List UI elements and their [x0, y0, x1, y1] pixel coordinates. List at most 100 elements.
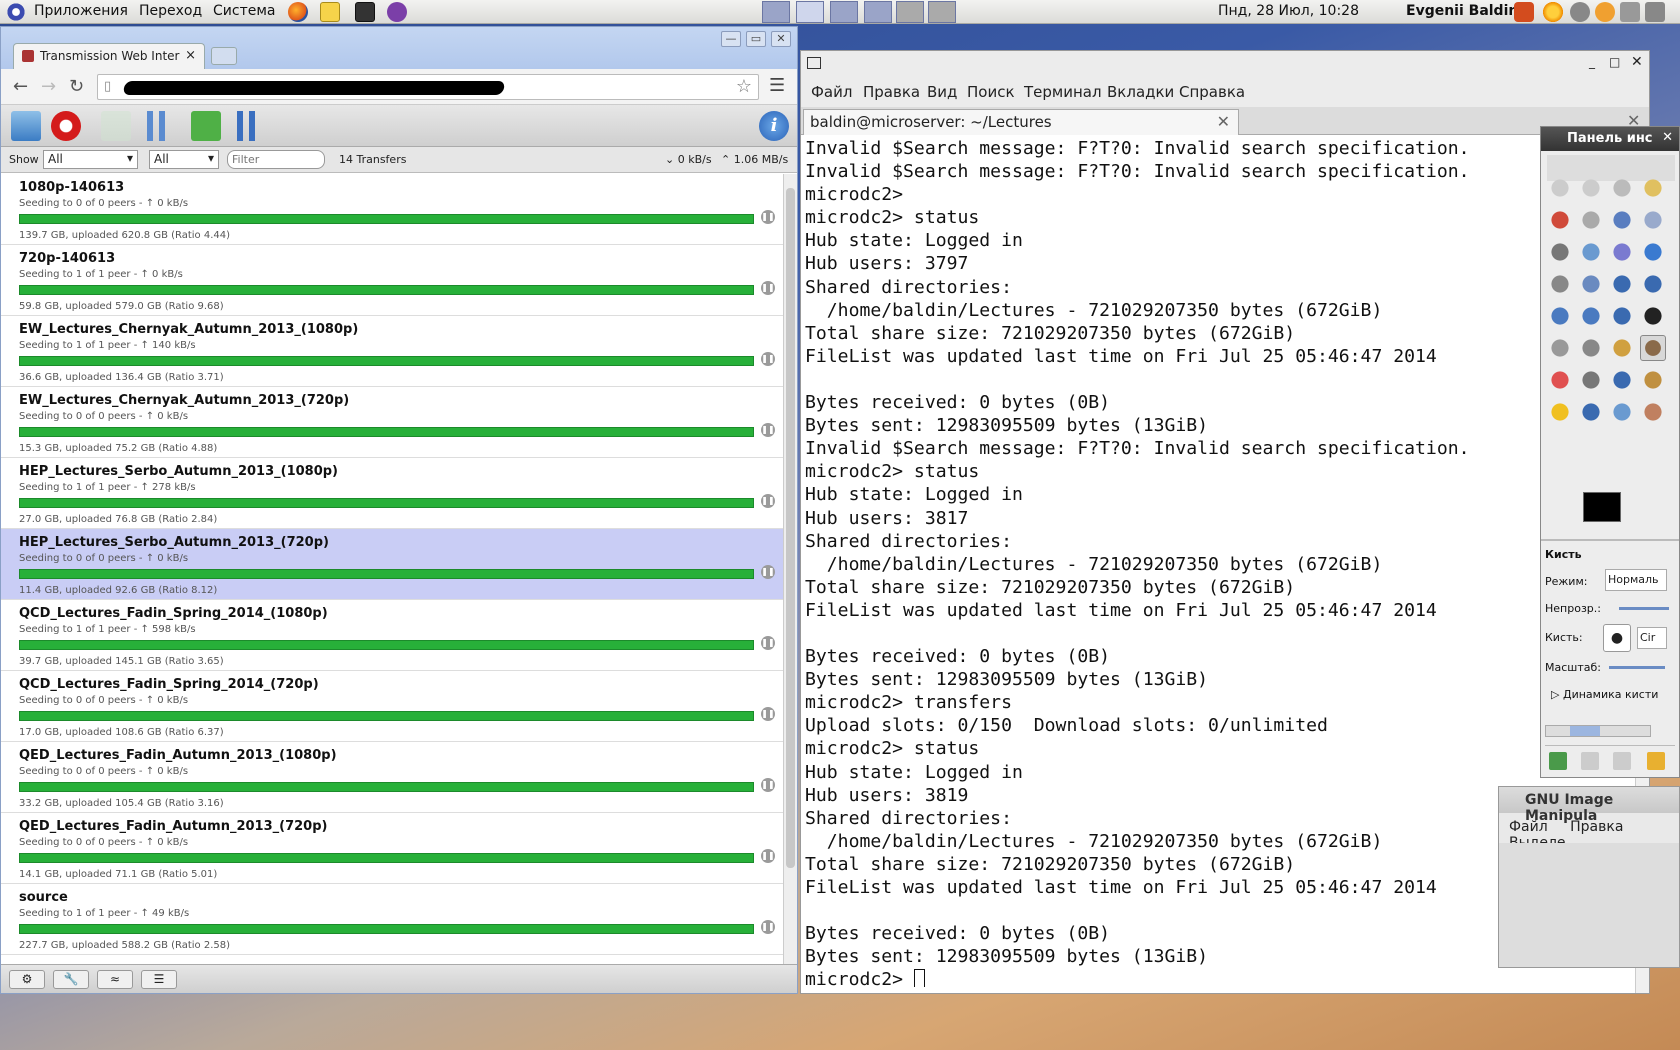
- open-torrent-icon[interactable]: [11, 111, 41, 141]
- foreground-select-tool-icon[interactable]: [1609, 207, 1635, 233]
- opacity-slider[interactable]: [1619, 607, 1669, 610]
- align-tool-icon[interactable]: [1547, 271, 1573, 297]
- workspace-switcher[interactable]: [864, 1, 892, 23]
- term-maximize-button[interactable]: □: [1609, 55, 1620, 69]
- torrent-row[interactable]: EW_Lectures_Chernyak_Autumn_2013_(1080p)…: [1, 316, 783, 387]
- color-picker-tool-icon[interactable]: [1547, 239, 1573, 265]
- network-icon[interactable]: [1570, 2, 1590, 22]
- pencil-tool-icon[interactable]: [1609, 335, 1635, 361]
- blur-tool-icon[interactable]: [1609, 399, 1635, 425]
- crop-tool-icon[interactable]: [1578, 271, 1604, 297]
- torrent-row[interactable]: HEP_Lectures_Serbo_Autumn_2013_(720p) See…: [1, 529, 783, 600]
- taskbar-gimp-button[interactable]: [762, 1, 790, 23]
- torrent-row[interactable]: EW_Lectures_Chernyak_Autumn_2013_(720p) S…: [1, 387, 783, 458]
- inspector-info-icon[interactable]: i: [759, 111, 789, 141]
- taskbar-terminal-button[interactable]: [796, 1, 824, 23]
- hscroll-thumb[interactable]: [1570, 726, 1600, 736]
- workspace-4[interactable]: [928, 1, 956, 23]
- tracker-filter-select[interactable]: All: [149, 150, 219, 169]
- terminal-launcher-icon[interactable]: [355, 2, 375, 22]
- rotate-tool-icon[interactable]: [1609, 271, 1635, 297]
- workspace-3[interactable]: [896, 1, 924, 23]
- pause-resume-icon[interactable]: ❚❚: [761, 778, 775, 792]
- maximize-button[interactable]: ▭: [746, 31, 766, 47]
- compact-view-button[interactable]: ☰: [141, 970, 177, 989]
- text-tool-icon[interactable]: [1640, 303, 1666, 329]
- brush-name[interactable]: Cir: [1637, 627, 1667, 649]
- term-menu-search[interactable]: Поиск: [967, 83, 1015, 101]
- heal-tool-icon[interactable]: [1547, 399, 1573, 425]
- pause-resume-icon[interactable]: ❚❚: [761, 565, 775, 579]
- save-options-icon[interactable]: [1549, 752, 1567, 770]
- pause-resume-icon[interactable]: ❚❚: [761, 352, 775, 366]
- torrent-list-scrollbar[interactable]: [783, 174, 797, 964]
- reset-options-icon[interactable]: [1647, 752, 1665, 770]
- torrent-row[interactable]: 1080p-140613 Seeding to 0 of 0 peers - ↑ …: [1, 174, 783, 245]
- emacs-launcher-icon[interactable]: [387, 2, 407, 22]
- close-window-button[interactable]: ✕: [771, 31, 791, 47]
- torrent-row[interactable]: QCD_Lectures_Fadin_Spring_2014_(1080p) Se…: [1, 600, 783, 671]
- tools-icon[interactable]: [1620, 2, 1640, 22]
- term-menu-terminal[interactable]: Терминал: [1024, 83, 1102, 101]
- gnome-foot-icon[interactable]: [6, 2, 26, 22]
- brush-preview[interactable]: ●: [1603, 624, 1631, 652]
- new-tab-button[interactable]: [211, 47, 237, 65]
- perspective-clone-tool-icon[interactable]: [1578, 399, 1604, 425]
- scrollbar-thumb[interactable]: [786, 188, 795, 868]
- eraser-tool-icon[interactable]: [1547, 367, 1573, 393]
- pause-resume-icon[interactable]: ❚❚: [761, 494, 775, 508]
- pause-resume-icon[interactable]: ❚❚: [761, 920, 775, 934]
- move-tool-icon[interactable]: [1640, 239, 1666, 265]
- rect-select-tool-icon[interactable]: [1547, 175, 1573, 201]
- bookmark-star-icon[interactable]: ☆: [736, 76, 752, 97]
- pause-resume-icon[interactable]: ❚❚: [761, 849, 775, 863]
- forward-icon[interactable]: →: [41, 76, 56, 97]
- ink-tool-icon[interactable]: [1609, 367, 1635, 393]
- pause-resume-icon[interactable]: ❚❚: [761, 281, 775, 295]
- pause-torrent-icon[interactable]: [141, 111, 171, 141]
- gimp-menu-file[interactable]: Файл: [1509, 819, 1548, 835]
- perspective-tool-icon[interactable]: [1578, 303, 1604, 329]
- measure-tool-icon[interactable]: [1609, 239, 1635, 265]
- free-select-tool-icon[interactable]: [1609, 175, 1635, 201]
- menu-system[interactable]: Система: [213, 3, 275, 19]
- close-tab-icon[interactable]: ×: [185, 48, 196, 63]
- torrent-row[interactable]: source❚❚: [1, 955, 783, 964]
- menu-applications[interactable]: Приложения: [34, 3, 128, 19]
- zoom-tool-icon[interactable]: [1578, 239, 1604, 265]
- turtle-mode-button[interactable]: ≈: [97, 970, 133, 989]
- taskbar-browser-button[interactable]: [830, 1, 858, 23]
- foreground-color[interactable]: [1583, 492, 1621, 522]
- scale-tool-icon[interactable]: [1640, 271, 1666, 297]
- browser-tab[interactable]: Transmission Web Inter ×: [13, 43, 205, 69]
- scale-slider[interactable]: [1609, 666, 1665, 669]
- pause-resume-icon[interactable]: ❚❚: [761, 636, 775, 650]
- update-notifier-icon[interactable]: [1514, 2, 1534, 22]
- preferences-wrench-button[interactable]: 🔧: [53, 970, 89, 989]
- torrent-row[interactable]: HEP_Lectures_Serbo_Autumn_2013_(1080p) Se…: [1, 458, 783, 529]
- term-menu-help[interactable]: Справка: [1179, 83, 1245, 101]
- start-torrent-icon[interactable]: [101, 111, 131, 141]
- terminal-prompt-line[interactable]: microdc2>: [805, 968, 1635, 987]
- color-select-tool-icon[interactable]: [1547, 207, 1573, 233]
- minimize-button[interactable]: —: [721, 31, 741, 47]
- options-hscroll[interactable]: [1545, 725, 1651, 737]
- term-menu-edit[interactable]: Правка: [863, 83, 920, 101]
- paintbrush-tool-icon[interactable]: [1640, 335, 1666, 361]
- restore-options-icon[interactable]: [1581, 752, 1599, 770]
- filter-input[interactable]: [227, 150, 325, 169]
- pause-resume-icon[interactable]: ❚❚: [761, 423, 775, 437]
- blend-tool-icon[interactable]: [1578, 335, 1604, 361]
- rss-icon[interactable]: [1595, 2, 1615, 22]
- term-menu-view[interactable]: Вид: [927, 83, 957, 101]
- menu-places[interactable]: Переход: [139, 3, 202, 19]
- mode-select[interactable]: Нормаль: [1605, 569, 1667, 591]
- start-all-icon[interactable]: [191, 111, 221, 141]
- term-menu-file[interactable]: Файл: [811, 83, 852, 101]
- pause-resume-icon[interactable]: ❚❚: [761, 707, 775, 721]
- remove-torrent-icon[interactable]: [51, 111, 81, 141]
- airbrush-tool-icon[interactable]: [1578, 367, 1604, 393]
- volume-icon[interactable]: [1645, 2, 1665, 22]
- smudge-tool-icon[interactable]: [1640, 399, 1666, 425]
- browser-menu-icon[interactable]: ☰: [769, 75, 785, 96]
